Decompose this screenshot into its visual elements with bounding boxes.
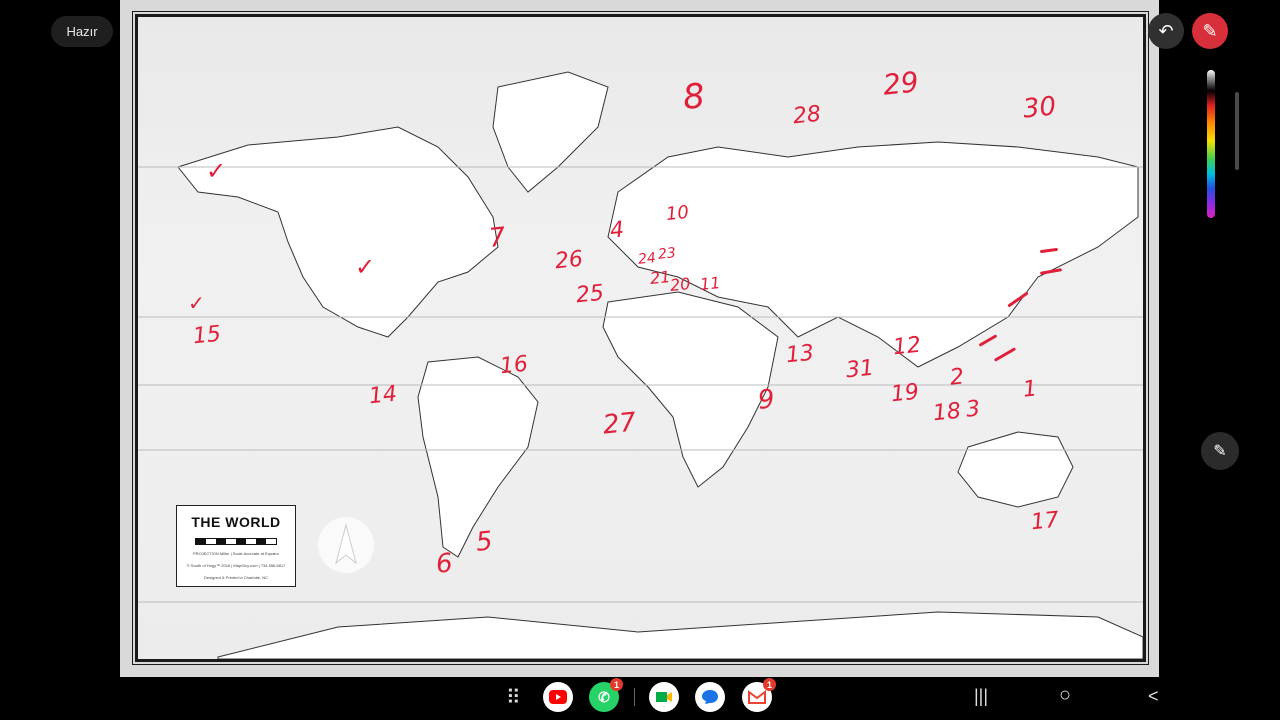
check-mark-icon: ✓ [206, 157, 227, 185]
annotation-label: 24 [637, 250, 657, 268]
annotation-label: 1 [1021, 376, 1039, 403]
annotation-label: 29 [881, 65, 921, 102]
color-palette-slider[interactable] [1207, 70, 1215, 218]
dock-divider [634, 688, 635, 706]
greenland-shape [492, 71, 609, 193]
undo-button[interactable]: ↶ [1148, 13, 1184, 49]
annotation-label: 30 [1021, 91, 1058, 125]
undo-icon: ↶ [1158, 20, 1174, 41]
annotation-label: 15 [191, 321, 223, 350]
annotation-label: 3 [964, 396, 982, 423]
annotation-label: 21 [649, 266, 672, 289]
check-mark-icon: ✓ [355, 253, 376, 281]
pen-icon: ✎ [1213, 443, 1227, 460]
notification-badge: 1 [610, 678, 623, 691]
africa-shape [602, 291, 779, 488]
youtube-icon[interactable] [543, 682, 573, 712]
annotation-label: 5 [474, 526, 495, 558]
annotation-label: 7 [487, 222, 508, 254]
annotation-label: 12 [891, 332, 923, 361]
annotation-label: 28 [791, 101, 823, 130]
annotation-label: 11 [699, 272, 722, 295]
annotation-label: 26 [553, 246, 585, 275]
annotation-label: 10 [664, 201, 690, 226]
scroll-handle[interactable] [1235, 92, 1239, 170]
annotation-label: 18 [931, 398, 963, 427]
annotation-label: 14 [367, 381, 399, 410]
annotation-label: 16 [498, 351, 530, 380]
annotation-label: 31 [844, 355, 876, 384]
annotation-label: 25 [574, 280, 606, 309]
legend-note: © South of Hogy™ 2016 | MapGivy.com | 73… [186, 563, 286, 568]
home-button[interactable]: ○ [1059, 684, 1071, 707]
whatsapp-icon[interactable]: ✆ 1 [589, 678, 623, 712]
navigation-bar [0, 677, 1280, 720]
check-mark-icon: ✓ [188, 291, 205, 315]
pen-icon: ✎ [1202, 20, 1218, 41]
annotation-label: 13 [784, 340, 816, 369]
legend-note: PROJECTION Miller | Scale Accurate at Eq… [193, 551, 279, 556]
annotation-label: 20 [669, 273, 692, 296]
legend-scale-bar [195, 538, 277, 545]
pen-button[interactable]: ✎ [1192, 13, 1228, 49]
back-button[interactable]: < [1148, 686, 1159, 707]
notification-badge: 1 [763, 678, 776, 691]
map-legend: THE WORLD PROJECTION Miller | Scale Accu… [176, 505, 296, 587]
compass-icon [318, 517, 374, 573]
floating-pen-button[interactable]: ✎ [1201, 432, 1239, 470]
gmail-icon[interactable]: 1 [742, 678, 776, 712]
messages-icon[interactable] [695, 682, 725, 712]
phone-icon: ✆ [598, 688, 610, 705]
annotation-label: 2 [948, 364, 966, 391]
annotation-label: 8 [680, 75, 707, 119]
recents-button[interactable]: ||| [974, 686, 988, 707]
australia-shape [957, 431, 1074, 508]
annotation-label: 6 [434, 548, 455, 580]
legend-note: Designed & Printed in Charlotte, NC [203, 575, 269, 580]
annotation-label: 27 [601, 407, 638, 441]
annotation-label: 17 [1029, 507, 1061, 536]
annotation-label: 23 [657, 245, 677, 263]
apps-grid-icon[interactable]: ⠿ [506, 685, 521, 710]
world-map: THE WORLD PROJECTION Miller | Scale Accu… [132, 11, 1149, 665]
antarctica-shape [217, 611, 1143, 659]
annotation-label: 9 [756, 384, 777, 416]
annotation-label: 4 [608, 217, 626, 244]
map-viewer[interactable]: THE WORLD PROJECTION Miller | Scale Accu… [120, 0, 1159, 677]
status-pill: Hazır [51, 16, 113, 47]
annotation-label: 19 [889, 379, 921, 408]
meet-icon[interactable] [649, 682, 679, 712]
legend-title: THE WORLD [191, 514, 281, 530]
